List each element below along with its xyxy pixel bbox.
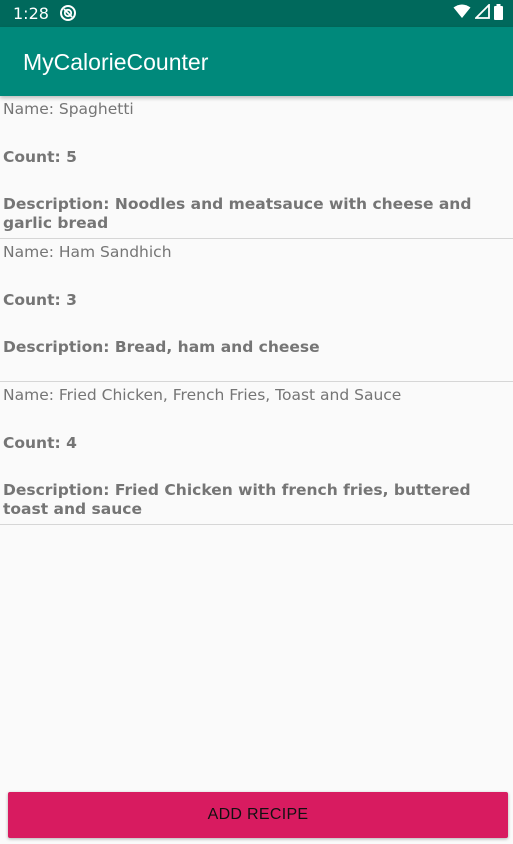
recipe-item[interactable]: Name: Fried Chicken, French Fries, Toast… bbox=[0, 382, 513, 525]
recipe-list[interactable]: Name: Spaghetti Count: 5 Description: No… bbox=[0, 96, 513, 525]
battery-icon bbox=[494, 3, 503, 24]
app-title: MyCalorieCounter bbox=[23, 49, 209, 75]
recipe-name: Name: Spaghetti bbox=[3, 100, 134, 118]
recipe-name: Name: Ham Sandhich bbox=[3, 243, 172, 261]
app-bar: MyCalorieCounter bbox=[0, 27, 513, 96]
recipe-count: Count: 3 bbox=[3, 291, 77, 309]
status-time: 1:28 bbox=[13, 4, 49, 23]
status-bar: 1:28 bbox=[0, 0, 513, 27]
status-icons bbox=[453, 2, 503, 24]
recipe-description: Description: Fried Chicken with french f… bbox=[3, 481, 471, 518]
recipe-count: Count: 5 bbox=[3, 148, 77, 166]
signal-icon bbox=[473, 2, 490, 23]
recipe-name: Name: Fried Chicken, French Fries, Toast… bbox=[3, 386, 402, 404]
recipe-description: Description: Noodles and meatsauce with … bbox=[3, 195, 472, 232]
add-recipe-button[interactable]: ADD RECIPE bbox=[8, 792, 508, 838]
sync-icon bbox=[59, 4, 77, 22]
recipe-item[interactable]: Name: Ham Sandhich Count: 3 Description:… bbox=[0, 239, 513, 382]
recipe-item[interactable]: Name: Spaghetti Count: 5 Description: No… bbox=[0, 96, 513, 239]
recipe-description: Description: Bread, ham and cheese bbox=[3, 338, 320, 356]
recipe-count: Count: 4 bbox=[3, 434, 77, 452]
wifi-icon bbox=[453, 4, 471, 23]
